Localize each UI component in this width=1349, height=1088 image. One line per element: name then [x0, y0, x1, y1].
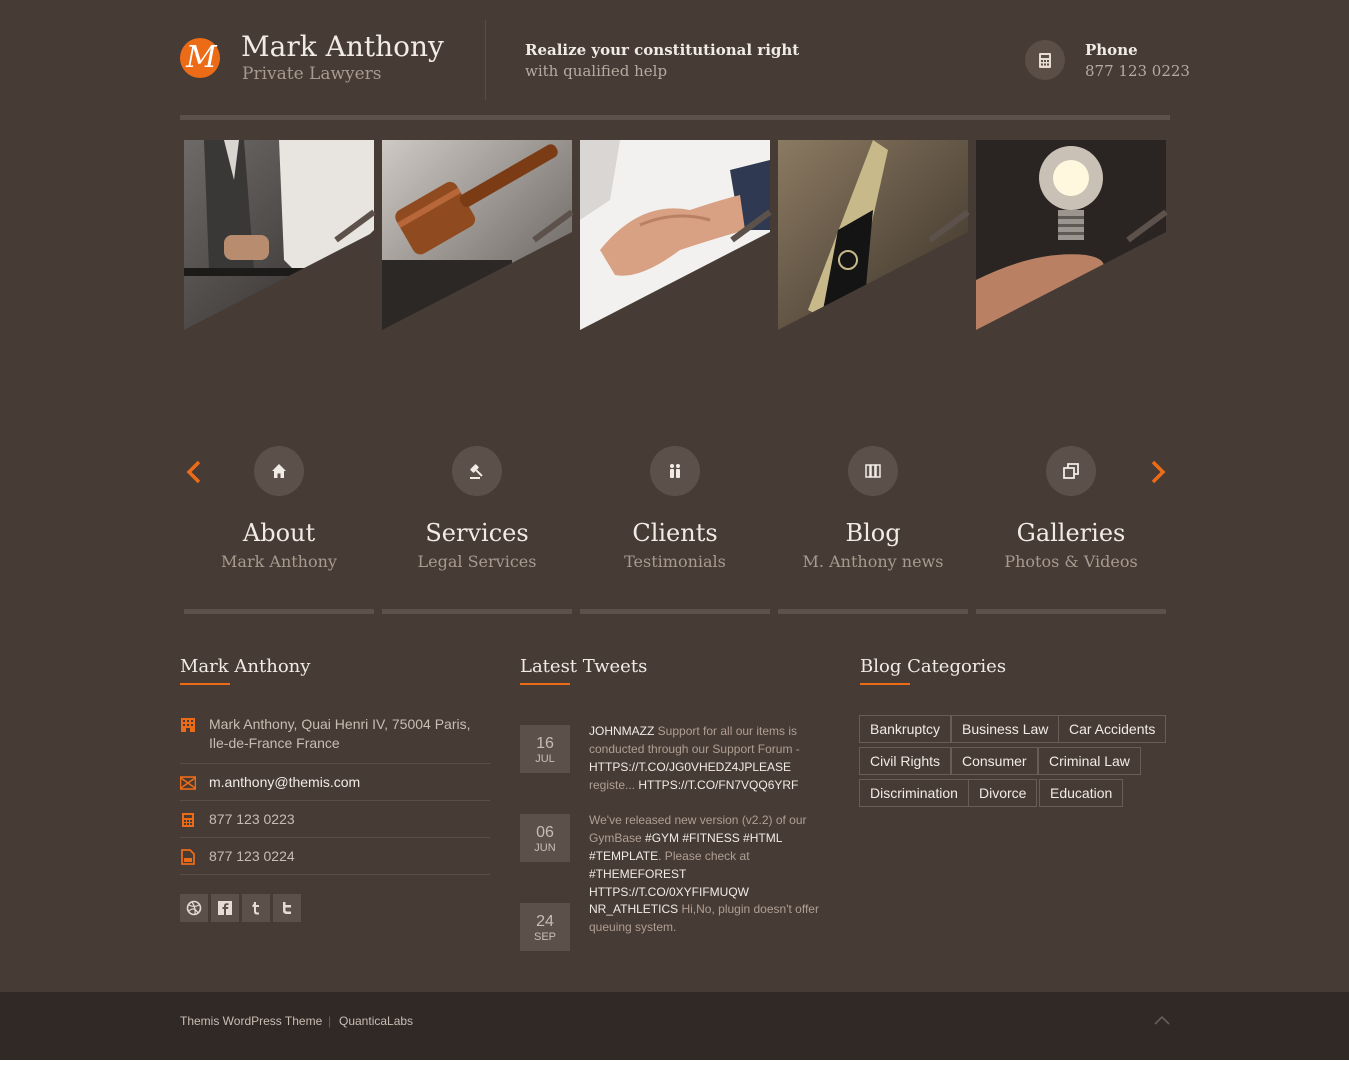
- tagline-line-1: Realize your constitutional right: [525, 41, 800, 59]
- feature-title: Galleries: [1016, 519, 1126, 547]
- facebook-icon[interactable]: [211, 894, 239, 922]
- category-tag[interactable]: Criminal Law: [1038, 747, 1141, 775]
- tile-business-image[interactable]: [184, 140, 374, 330]
- category-tag[interactable]: Discrimination: [859, 779, 969, 807]
- gavel-icon: [452, 446, 502, 496]
- contact-phone: 877 123 0223: [209, 811, 295, 827]
- home-icon: [254, 446, 304, 496]
- tweet-month: JUN: [534, 842, 556, 854]
- tweet-text[interactable]: JOHNMAZZ Support for all our items is co…: [589, 722, 834, 794]
- category-tag[interactable]: Education: [1039, 779, 1124, 807]
- feature-subtitle: Photos & Videos: [1004, 552, 1138, 571]
- tile-pen-image[interactable]: [778, 140, 968, 330]
- category-tag[interactable]: Civil Rights: [859, 747, 952, 775]
- tweets-title: Latest Tweets: [520, 656, 648, 677]
- phone-icon: [1025, 40, 1065, 80]
- tweet-date-badge: 24 SEP: [520, 903, 570, 951]
- tweet-link[interactable]: #THEMEFOREST HTTPS://T.CO/0XYFIFMUQW: [589, 867, 749, 899]
- contact-fax: 877 123 0224: [209, 848, 295, 864]
- tweet-link[interactable]: NR_ATHLETICS: [589, 902, 678, 916]
- feature-subtitle: Testimonials: [624, 552, 726, 571]
- category-tag[interactable]: Car Accidents: [1058, 715, 1167, 743]
- envelope-icon: [179, 775, 197, 791]
- tile-handshake-image[interactable]: [580, 140, 770, 330]
- contact-address-row: Mark Anthony, Quai Henri IV, 75004 Paris…: [180, 715, 490, 764]
- footer-theme-link[interactable]: Themis WordPress Theme: [180, 1014, 322, 1028]
- feature-title: Services: [425, 519, 529, 547]
- feature-services[interactable]: Services Legal Services: [382, 446, 572, 572]
- footer-separator: |: [328, 1014, 332, 1028]
- tweet-text[interactable]: NR_ATHLETICS Hi,No, plugin doesn't offer…: [589, 900, 834, 936]
- feature-bar: [382, 609, 572, 614]
- contact-phone-row: 877 123 0223: [180, 810, 490, 838]
- tagline-line-2: with qualified help: [525, 62, 668, 80]
- contact-email-row[interactable]: m.anthony@themis.com: [179, 773, 490, 801]
- category-tag[interactable]: Bankruptcy: [859, 715, 952, 743]
- feature-bar: [184, 609, 374, 614]
- building-icon: [180, 717, 196, 733]
- tweet-link[interactable]: HTTPS://T.CO/FN7VQQ6YRF: [638, 778, 798, 792]
- tile-lightbulb-image[interactable]: [976, 140, 1166, 330]
- footer-company-link[interactable]: QuanticaLabs: [339, 1014, 413, 1028]
- tweet-text[interactable]: We've released new version (v2.2) of our…: [589, 811, 834, 901]
- tweet-day: 16: [536, 735, 554, 752]
- contact-fax-row: 877 123 0224: [180, 847, 490, 875]
- tumblr-icon[interactable]: [242, 894, 270, 922]
- feature-clients[interactable]: Clients Testimonials: [580, 446, 770, 572]
- feature-subtitle: Mark Anthony: [221, 552, 337, 571]
- gallery-icon: [1046, 446, 1096, 496]
- fax-icon: [180, 849, 196, 865]
- site-subtitle: Private Lawyers: [242, 64, 382, 84]
- feature-bar: [976, 609, 1166, 614]
- feature-title: Clients: [632, 519, 718, 547]
- phone-label: Phone: [1085, 41, 1138, 59]
- page-bottom-margin: [0, 1060, 1349, 1088]
- contact-email[interactable]: m.anthony@themis.com: [209, 773, 484, 792]
- tweet-month: SEP: [533, 931, 556, 943]
- dribbble-icon[interactable]: [180, 894, 208, 922]
- feature-bar: [778, 609, 968, 614]
- tweet-link[interactable]: JOHNMAZZ: [589, 724, 654, 738]
- feature-subtitle: Legal Services: [417, 552, 537, 571]
- tile-gavel-image[interactable]: [382, 140, 572, 330]
- feature-subtitle: M. Anthony news: [802, 552, 944, 571]
- feature-title: About: [242, 519, 316, 547]
- category-tag[interactable]: Consumer: [951, 747, 1038, 775]
- contact-title: Mark Anthony: [180, 656, 311, 677]
- feature-title: Blog: [845, 519, 901, 547]
- contact-title-underline: [180, 683, 230, 685]
- header-divider: [485, 20, 486, 100]
- tweet-month: JUL: [535, 753, 555, 765]
- twitter-icon[interactable]: [273, 894, 301, 922]
- chevron-up-icon[interactable]: [1152, 1012, 1172, 1028]
- site-title[interactable]: Mark Anthony: [241, 30, 444, 63]
- tweet-date-badge: 06 JUN: [520, 814, 570, 862]
- books-icon: [848, 446, 898, 496]
- tweet-day: 24: [536, 913, 554, 930]
- contact-address: Mark Anthony, Quai Henri IV, 75004 Paris…: [209, 716, 471, 751]
- feature-galleries[interactable]: Galleries Photos & Videos: [976, 446, 1166, 572]
- tweet-date-badge: 16 JUL: [520, 725, 570, 773]
- phone-icon: [180, 812, 196, 828]
- feature-blog[interactable]: Blog M. Anthony news: [778, 446, 968, 572]
- categories-title-underline: [860, 683, 910, 685]
- tweet-body-text: . Please check at: [658, 849, 750, 863]
- feature-bar: [580, 609, 770, 614]
- feature-about[interactable]: About Mark Anthony: [184, 446, 374, 572]
- people-icon: [650, 446, 700, 496]
- tweet-day: 06: [536, 824, 554, 841]
- header-rule: [180, 115, 1170, 120]
- phone-number[interactable]: 877 123 0223: [1085, 62, 1190, 80]
- tweet-link[interactable]: HTTPS://T.CO/JG0VHEDZ4JPLEASE: [589, 760, 791, 774]
- tweets-title-underline: [520, 683, 570, 685]
- tweet-body-text: registe...: [589, 778, 639, 792]
- category-tag[interactable]: Divorce: [968, 779, 1038, 807]
- categories-title: Blog Categories: [860, 656, 1007, 677]
- logo-letter: M: [186, 40, 217, 75]
- category-tag[interactable]: Business Law: [951, 715, 1060, 743]
